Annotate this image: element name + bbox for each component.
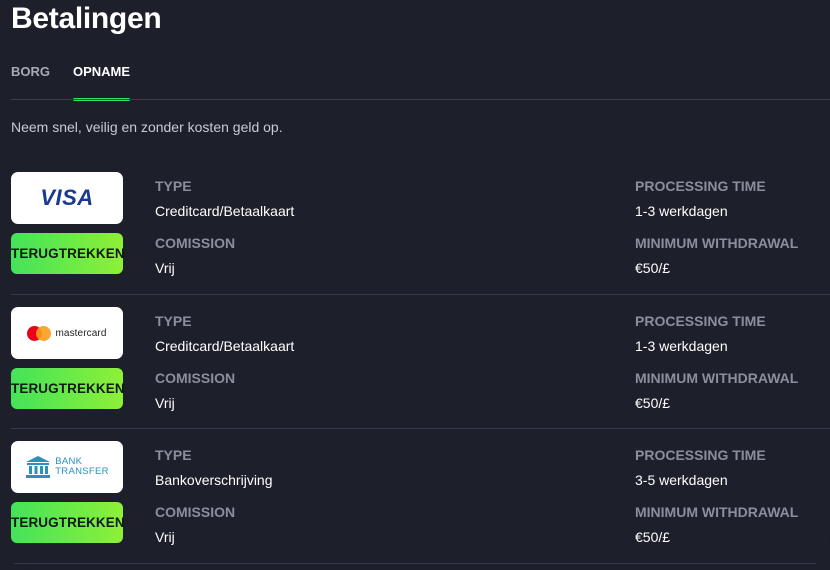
commission-value: Vrij bbox=[155, 529, 175, 545]
row-divider bbox=[11, 563, 830, 564]
mastercard-logo-text: mastercard bbox=[55, 327, 107, 339]
commission-label: COMISSION bbox=[155, 504, 236, 520]
processing-time-value: 1-3 werkdagen bbox=[635, 203, 728, 219]
minimum-withdrawal-value: €50/£ bbox=[635, 395, 671, 411]
mastercard-logo: mastercard bbox=[11, 307, 123, 359]
payment-method-mastercard: mastercard TERUGTREKKEN TYPE Creditcard/… bbox=[11, 307, 830, 429]
processing-time-value: 1-3 werkdagen bbox=[635, 338, 728, 354]
type-label: TYPE bbox=[155, 447, 192, 463]
commission-label: COMISSION bbox=[155, 370, 236, 386]
bank-building-icon bbox=[26, 456, 51, 478]
bank-transfer-logo: BANK TRANSFER bbox=[11, 441, 123, 493]
withdraw-button-visa[interactable]: TERUGTREKKEN bbox=[11, 233, 125, 274]
minimum-withdrawal-value: €50/£ bbox=[635, 260, 671, 276]
minimum-withdrawal-value: €50/£ bbox=[635, 529, 671, 545]
visa-logo-text: VISA bbox=[40, 185, 94, 210]
minimum-withdrawal-label: MINIMUM WITHDRAWAL bbox=[635, 235, 799, 251]
type-value: Creditcard/Betaalkaart bbox=[155, 338, 295, 354]
processing-time-label: PROCESSING TIME bbox=[635, 178, 766, 194]
type-label: TYPE bbox=[155, 313, 192, 329]
minimum-withdrawal-label: MINIMUM WITHDRAWAL bbox=[635, 370, 799, 386]
commission-value: Vrij bbox=[155, 260, 175, 276]
payments-page: Betalingen BORG OPNAME Neem snel, veilig… bbox=[0, 0, 830, 570]
processing-time-label: PROCESSING TIME bbox=[635, 313, 766, 329]
type-value: Bankoverschrijving bbox=[155, 472, 273, 488]
type-value: Creditcard/Betaalkaart bbox=[155, 203, 295, 219]
withdraw-button-mastercard[interactable]: TERUGTREKKEN bbox=[11, 368, 125, 409]
commission-label: COMISSION bbox=[155, 235, 236, 251]
visa-logo: VISA bbox=[11, 172, 123, 224]
row-divider bbox=[11, 428, 830, 429]
commission-value: Vrij bbox=[155, 395, 175, 411]
tab-opname[interactable]: OPNAME bbox=[73, 64, 131, 101]
withdraw-button-bank-transfer[interactable]: TERUGTREKKEN bbox=[11, 502, 125, 543]
page-subtitle: Neem snel, veilig en zonder kosten geld … bbox=[11, 119, 283, 135]
payment-method-visa: VISA TERUGTREKKEN TYPE Creditcard/Betaal… bbox=[11, 172, 830, 294]
processing-time-label: PROCESSING TIME bbox=[635, 447, 766, 463]
tab-bar-divider bbox=[11, 99, 830, 100]
bank-logo-line2: TRANSFER bbox=[55, 466, 109, 477]
page-title: Betalingen bbox=[11, 2, 162, 35]
minimum-withdrawal-label: MINIMUM WITHDRAWAL bbox=[635, 504, 799, 520]
payment-method-bank-transfer: BANK TRANSFER TERUGTREKKEN TYPE Bankover… bbox=[11, 441, 830, 563]
mastercard-circles-icon bbox=[27, 325, 52, 341]
type-label: TYPE bbox=[155, 178, 192, 194]
processing-time-value: 3-5 werkdagen bbox=[635, 472, 728, 488]
row-divider bbox=[11, 294, 830, 295]
tab-bar: BORG OPNAME bbox=[11, 64, 131, 101]
tab-borg[interactable]: BORG bbox=[11, 64, 73, 101]
